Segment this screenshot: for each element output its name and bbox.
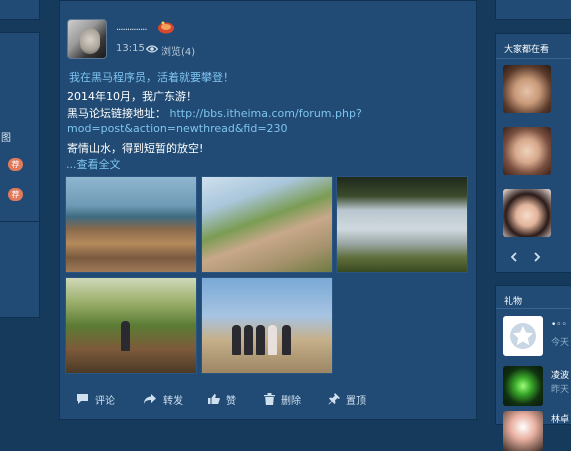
post-card: ·············· 13:15 浏览(4) 我在黑马程序员，活着就要攀…: [59, 0, 477, 420]
trending-title: 大家都在看: [504, 45, 550, 55]
gift-name[interactable]: 凌波: [551, 368, 569, 381]
trash-icon: [264, 393, 275, 405]
user-avatar[interactable]: [67, 19, 107, 59]
pin-icon: [328, 393, 340, 405]
gifts-panel: 礼物 •◦◦ 今天 凌波 昨天 林卓: [495, 285, 571, 451]
left-sidebar: 图 荐 荐: [0, 32, 41, 318]
like-button[interactable]: 赞: [207, 390, 236, 408]
person-figure: [282, 325, 291, 355]
coastal-rocks-photo[interactable]: [65, 176, 197, 273]
gift-image[interactable]: [503, 411, 543, 451]
group-photo[interactable]: [201, 277, 333, 374]
chevron-left-icon[interactable]: [509, 252, 519, 262]
person-figure: [244, 325, 253, 355]
post-line: 寄情山水，得到短暂的放空!: [67, 142, 204, 155]
wooden-bridge-forest-photo[interactable]: [65, 277, 197, 374]
pin-label: 置顶: [346, 395, 366, 407]
thumbs-up-icon: [208, 394, 220, 404]
mountain-rock-flowers-photo[interactable]: [201, 176, 333, 273]
person-figure: [232, 325, 241, 355]
gift-time: 昨天: [551, 385, 570, 395]
person-figure: [121, 321, 130, 351]
delete-button[interactable]: 删除: [264, 390, 301, 408]
trending-avatar[interactable]: [503, 127, 551, 175]
recommend-badge: 荐: [8, 188, 23, 201]
pin-button[interactable]: 置顶: [328, 390, 366, 408]
share-button[interactable]: 转发: [143, 390, 183, 408]
like-label: 赞: [226, 395, 236, 407]
post-line: 2014年10月，我广东游！: [67, 90, 197, 103]
person-figure: [268, 325, 277, 355]
comment-button[interactable]: 评论: [76, 390, 115, 408]
comment-label: 评论: [95, 395, 115, 407]
post-action-bar: 评论 转发 赞 删除 置顶: [60, 381, 476, 417]
divider: [496, 58, 571, 59]
trending-avatar[interactable]: [503, 65, 551, 113]
share-icon: [144, 394, 156, 404]
left-panel-top: [0, 0, 40, 20]
recommend-badge: 荐: [8, 158, 23, 171]
gift-star-icon[interactable]: [503, 316, 543, 356]
post-headline: 我在黑马程序员，活着就要攀登！: [69, 71, 234, 84]
gifts-title: 礼物: [504, 297, 523, 307]
post-username[interactable]: ··············: [116, 25, 148, 36]
delete-label: 删除: [281, 395, 301, 407]
view-count: 浏览(4): [161, 47, 196, 58]
gift-name[interactable]: •◦◦: [551, 320, 567, 330]
user-level-icon: [158, 21, 174, 34]
share-label: 转发: [163, 395, 183, 407]
gift-name[interactable]: 林卓: [551, 412, 569, 425]
chevron-right-icon[interactable]: [532, 252, 542, 262]
post-line: 黑马论坛链接地址： http://bbs.itheima.com/forum.p…: [67, 105, 362, 121]
post-time: 13:15: [116, 43, 145, 54]
forum-link-continued[interactable]: mod=post&action=newthread&fid=230: [67, 122, 288, 135]
person-figure: [256, 325, 265, 355]
comment-icon: [77, 394, 88, 404]
sidebar-item-label[interactable]: 图: [1, 129, 11, 144]
city-view-photo[interactable]: [336, 176, 468, 273]
trending-avatar[interactable]: [503, 189, 551, 237]
trending-panel: 大家都在看: [495, 33, 571, 273]
forum-link[interactable]: http://bbs.itheima.com/forum.php?: [170, 107, 362, 120]
gift-image[interactable]: [503, 366, 543, 406]
right-panel-top: [495, 0, 571, 20]
divider: [0, 221, 41, 222]
gift-time: 今天: [551, 338, 570, 348]
post-line-label: 黑马论坛链接地址：: [67, 107, 166, 120]
divider: [496, 308, 571, 309]
read-more-link[interactable]: ...查看全文: [66, 156, 121, 172]
eye-icon: [146, 45, 158, 53]
